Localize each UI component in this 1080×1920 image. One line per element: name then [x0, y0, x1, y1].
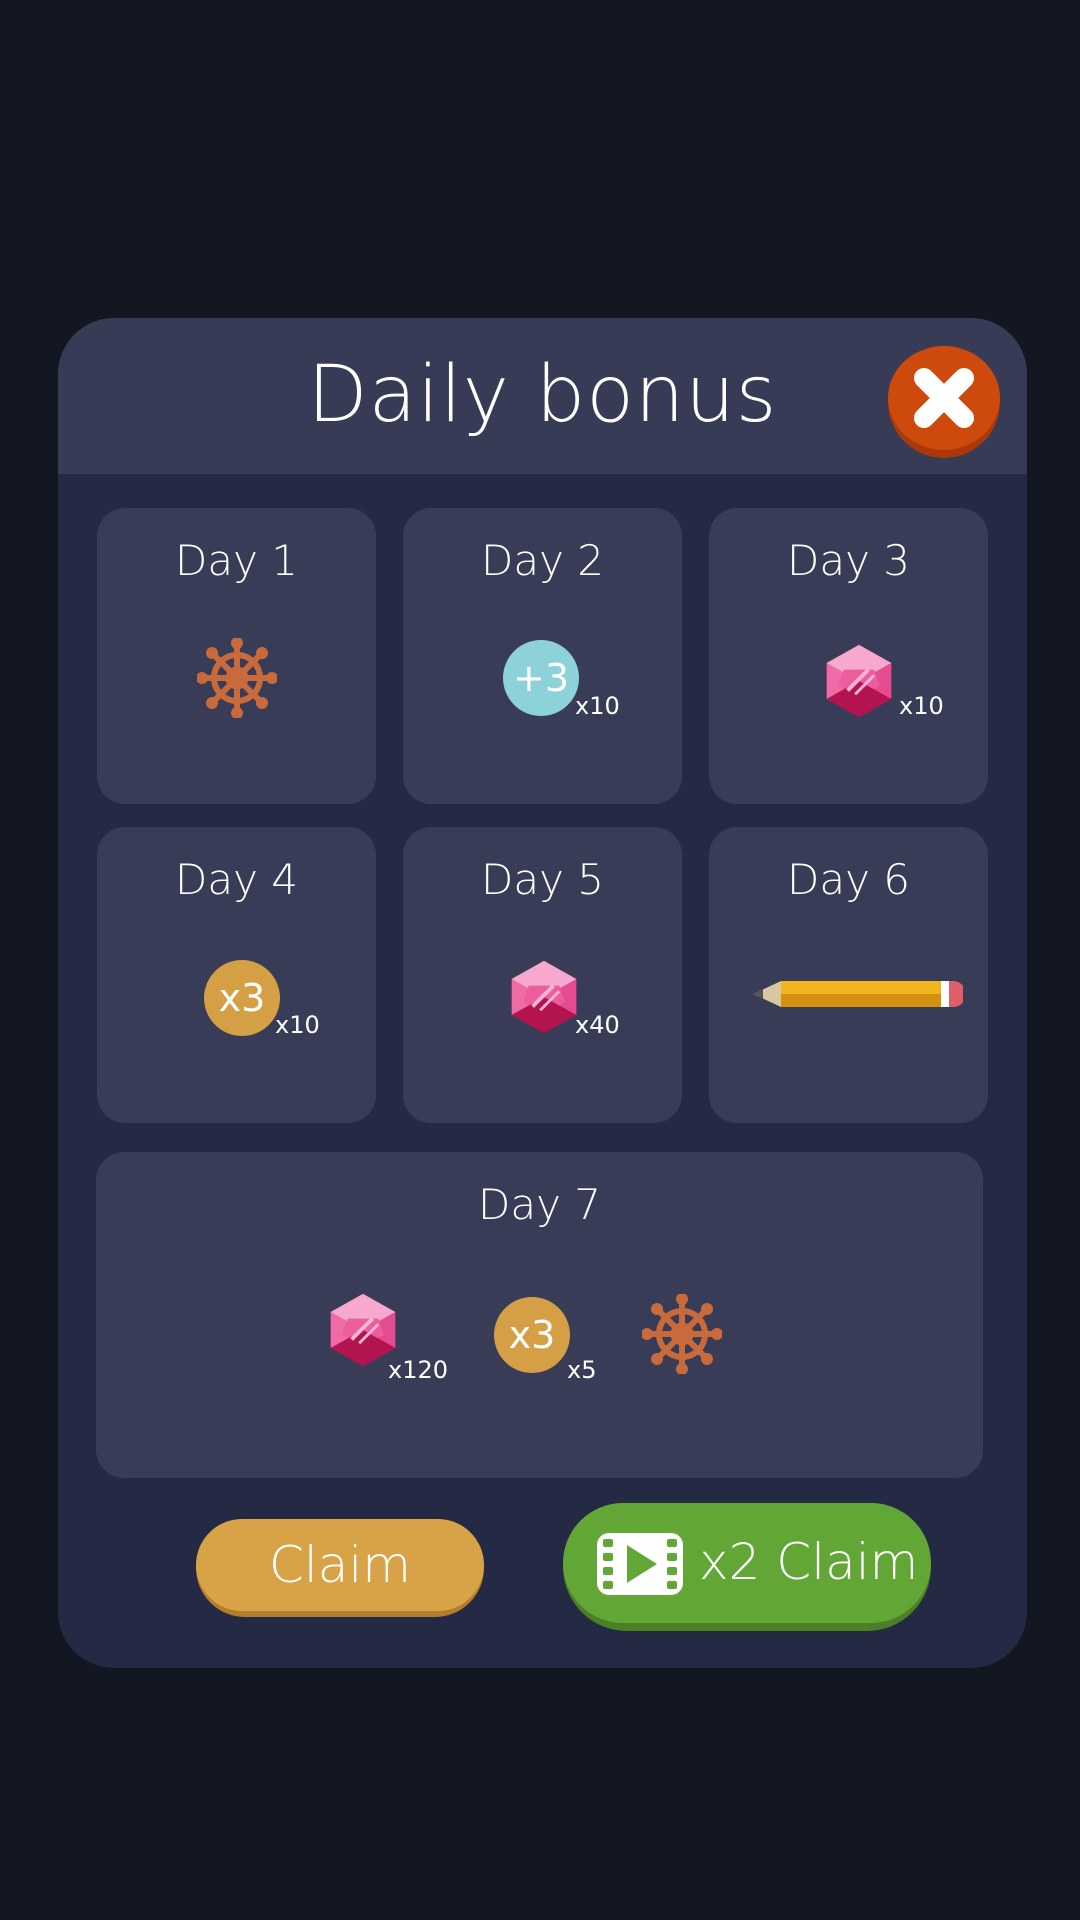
day-label: Day 3: [786, 536, 910, 585]
day-label: Day 7: [477, 1180, 601, 1229]
video-icon: [597, 1533, 683, 1595]
day-label: Day 5: [480, 855, 604, 904]
close-x-icon: [914, 368, 974, 428]
day-5-card[interactable]: Day 5 x40: [403, 827, 682, 1123]
day-3-card[interactable]: Day 3 x10: [709, 508, 988, 804]
day-label: Day 1: [174, 536, 298, 585]
x3-coin-icon: x3: [204, 960, 280, 1036]
ship-wheel-icon: [197, 638, 277, 718]
ship-wheel-icon: [642, 1294, 722, 1374]
day-label: Day 2: [480, 536, 604, 585]
day-label: Day 4: [174, 855, 298, 904]
day-2-card[interactable]: Day 2 +3 x10: [403, 508, 682, 804]
x3-coin-icon: x3: [494, 1297, 570, 1373]
day-7-card[interactable]: Day 7 x120 x3 x5: [96, 1152, 983, 1478]
daily-bonus-dialog: Daily bonus Day 1 Day 2 +3 x10 Day 3 x10…: [58, 318, 1027, 1668]
pink-gem-icon: [506, 958, 582, 1036]
dialog-title: Daily bonus: [307, 350, 778, 440]
reward-quantity: x10: [275, 1011, 320, 1039]
close-button[interactable]: [888, 346, 1000, 458]
reward-quantity: x10: [899, 692, 944, 720]
pink-gem-icon: [821, 642, 897, 720]
dialog-header: Daily bonus: [58, 318, 1027, 474]
pencil-icon: [753, 981, 963, 1007]
day-6-card[interactable]: Day 6: [709, 827, 988, 1123]
reward-quantity: x10: [575, 692, 620, 720]
reward-quantity: x40: [575, 1011, 620, 1039]
day-label: Day 6: [786, 855, 910, 904]
reward-quantity: x5: [567, 1356, 597, 1384]
x2-claim-button[interactable]: x2 Claim: [563, 1503, 931, 1631]
x2-claim-label: x2 Claim: [699, 1533, 919, 1591]
claim-button-label: Claim: [196, 1519, 484, 1611]
claim-button[interactable]: Claim: [196, 1519, 484, 1617]
day-1-card[interactable]: Day 1: [97, 508, 376, 804]
day-4-card[interactable]: Day 4 x3 x10: [97, 827, 376, 1123]
plus-three-coin-icon: +3: [503, 640, 579, 716]
reward-quantity: x120: [388, 1356, 449, 1384]
